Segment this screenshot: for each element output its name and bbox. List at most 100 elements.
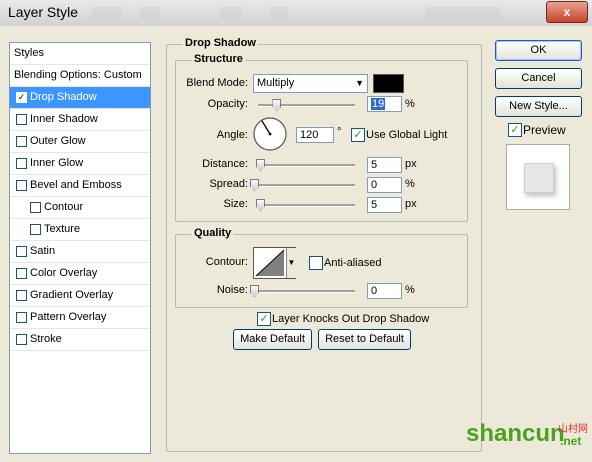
chevron-down-icon: ▼ xyxy=(355,78,364,88)
preview-checkbox[interactable]: ✓ xyxy=(508,123,522,137)
style-item-label: Bevel and Emboss xyxy=(30,179,122,191)
opacity-input[interactable]: 19 xyxy=(367,96,402,112)
spread-slider-track[interactable] xyxy=(254,184,355,187)
style-item-checkbox[interactable] xyxy=(16,158,27,169)
style-item-checkbox[interactable] xyxy=(16,114,27,125)
noise-slider-track[interactable] xyxy=(254,290,355,293)
angle-dial[interactable] xyxy=(252,116,288,152)
style-item-texture[interactable]: Texture xyxy=(10,219,150,241)
style-item-gradient-overlay[interactable]: Gradient Overlay xyxy=(10,285,150,307)
style-item-outer-glow[interactable]: Outer Glow xyxy=(10,131,150,153)
style-item-checkbox[interactable] xyxy=(16,290,27,301)
blend-mode-label: Blend Mode: xyxy=(186,77,248,89)
ok-button[interactable]: OK xyxy=(495,40,582,61)
contour-picker[interactable]: ▼ xyxy=(253,247,296,279)
style-item-label: Stroke xyxy=(30,333,62,345)
angle-dial-icon xyxy=(253,117,287,151)
style-item-checkbox[interactable] xyxy=(16,246,27,257)
anti-aliased-checkbox[interactable] xyxy=(309,256,323,270)
opacity-value: 19 xyxy=(371,98,386,110)
style-item-pattern-overlay[interactable]: Pattern Overlay xyxy=(10,307,150,329)
angle-input[interactable]: 120 xyxy=(296,127,334,143)
style-item-label: Gradient Overlay xyxy=(30,289,114,301)
styles-header[interactable]: Styles xyxy=(10,43,150,65)
blending-options-label: Blending Options: Custom xyxy=(14,69,142,81)
style-item-checkbox[interactable] xyxy=(30,202,41,213)
use-global-light-checkbox[interactable]: ✓ xyxy=(351,128,365,142)
style-item-inner-glow[interactable]: Inner Glow xyxy=(10,153,150,175)
preview-label: Preview xyxy=(523,123,566,137)
distance-unit: px xyxy=(405,158,417,170)
spread-label: Spread: xyxy=(209,178,248,190)
noise-label: Noise: xyxy=(216,284,248,296)
use-global-light-label: Use Global Light xyxy=(366,129,448,141)
knocks-out-label: Layer Knocks Out Drop Shadow xyxy=(272,313,430,325)
quality-group xyxy=(175,234,468,308)
style-item-checkbox[interactable] xyxy=(16,312,27,323)
style-item-contour[interactable]: Contour xyxy=(10,197,150,219)
style-item-label: Satin xyxy=(30,245,56,257)
watermark-main: shancun xyxy=(466,420,565,447)
distance-input[interactable]: 5 xyxy=(367,157,402,173)
style-item-drop-shadow[interactable]: ✓ Drop Shadow xyxy=(10,87,150,109)
style-item-checkbox[interactable] xyxy=(16,334,27,345)
reset-default-button[interactable]: Reset to Default xyxy=(318,329,411,350)
style-item-inner-shadow[interactable]: Inner Shadow xyxy=(10,109,150,131)
opacity-label: Opacity: xyxy=(207,98,248,110)
spread-unit: % xyxy=(405,178,415,190)
quality-title: Quality xyxy=(192,227,234,239)
style-item-label: Drop Shadow xyxy=(30,91,97,103)
structure-title: Structure xyxy=(192,53,245,65)
styles-header-label: Styles xyxy=(14,47,44,59)
size-slider-track[interactable] xyxy=(258,204,355,207)
contour-label: Contour: xyxy=(205,256,248,268)
blend-mode-value: Multiply xyxy=(257,77,295,89)
knocks-out-checkbox[interactable]: ✓ xyxy=(257,312,271,326)
watermark-sub: .net xyxy=(560,434,582,448)
watermark-cn: 山村网 xyxy=(558,424,588,435)
style-item-checkbox[interactable] xyxy=(16,180,27,191)
drop-shadow-title: Drop Shadow xyxy=(183,37,258,49)
noise-input[interactable]: 0 xyxy=(367,283,402,299)
cancel-button[interactable]: Cancel xyxy=(495,68,582,89)
blending-options-item[interactable]: Blending Options: Custom xyxy=(10,65,150,87)
preview-swatch xyxy=(524,163,554,193)
distance-slider-track[interactable] xyxy=(258,164,355,167)
style-item-checkbox[interactable] xyxy=(16,268,27,279)
angle-unit: ° xyxy=(337,126,342,138)
shadow-color-swatch[interactable] xyxy=(373,74,404,93)
style-item-label: Inner Shadow xyxy=(30,113,98,125)
noise-unit: % xyxy=(405,284,415,296)
style-item-label: Outer Glow xyxy=(30,135,86,147)
style-item-color-overlay[interactable]: Color Overlay xyxy=(10,263,150,285)
size-input[interactable]: 5 xyxy=(367,197,402,213)
make-default-button[interactable]: Make Default xyxy=(233,329,312,350)
blend-mode-select[interactable]: Multiply ▼ xyxy=(253,74,368,93)
spread-input[interactable]: 0 xyxy=(367,177,402,193)
contour-dropdown-arrow-icon[interactable]: ▼ xyxy=(286,248,296,278)
style-item-label: Texture xyxy=(44,223,81,235)
close-button[interactable]: x xyxy=(546,1,588,23)
title-bar: Layer Style x xyxy=(0,0,592,27)
style-item-bevel-and-emboss[interactable]: Bevel and Emboss xyxy=(10,175,150,197)
style-item-checkbox[interactable] xyxy=(30,224,41,235)
style-item-label: Pattern Overlay xyxy=(30,311,107,323)
toolbar-ghost-5 xyxy=(425,7,500,19)
style-item-satin[interactable]: Satin xyxy=(10,241,150,263)
size-unit: px xyxy=(405,198,417,210)
styles-list: Styles Blending Options: Custom ✓ Drop Sh… xyxy=(9,42,151,454)
size-label: Size: xyxy=(223,198,248,210)
toolbar-ghost-4 xyxy=(270,7,288,19)
style-item-checkbox[interactable] xyxy=(16,136,27,147)
new-style-button[interactable]: New Style... xyxy=(495,96,582,117)
angle-label: Angle: xyxy=(216,129,248,141)
style-item-label: Color Overlay xyxy=(30,267,98,279)
style-item-label: Inner Glow xyxy=(30,157,84,169)
window-title: Layer Style xyxy=(8,4,79,20)
contour-linear-icon xyxy=(255,249,285,277)
style-item-checkbox[interactable]: ✓ xyxy=(16,92,27,103)
toolbar-ghost-2 xyxy=(140,7,160,19)
style-item-stroke[interactable]: Stroke xyxy=(10,329,150,351)
toolbar-ghost-1 xyxy=(92,7,122,19)
preview-box xyxy=(506,144,570,210)
